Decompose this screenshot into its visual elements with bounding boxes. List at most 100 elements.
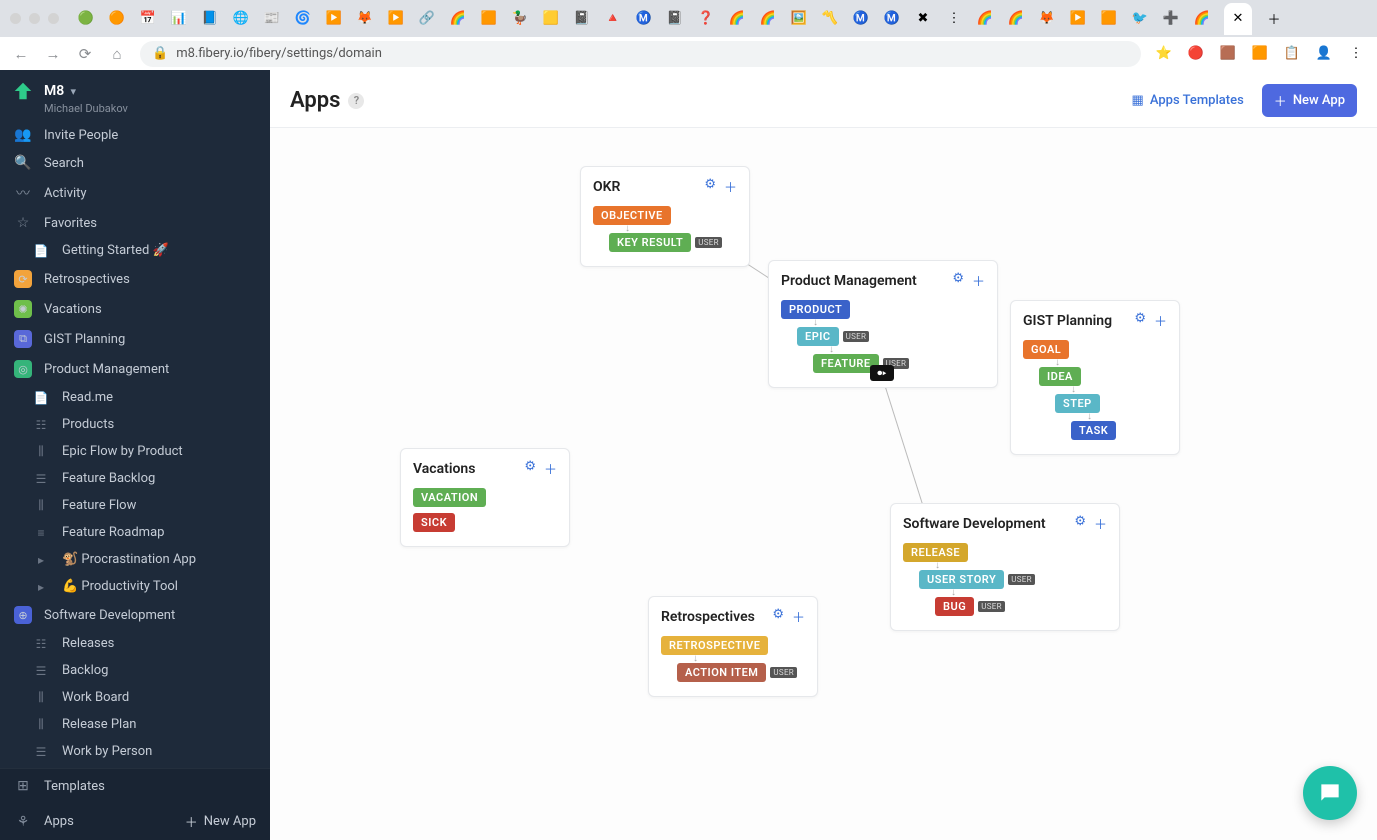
browser-tab[interactable]: 🔗	[418, 10, 436, 28]
browser-toolbar-icon[interactable]: 👤	[1315, 45, 1333, 63]
entity-pill[interactable]: USER STORY	[919, 570, 1004, 589]
home-icon[interactable]: ⌂	[108, 45, 126, 63]
entity-pill[interactable]: TASK	[1071, 421, 1116, 440]
browser-tab[interactable]: 🌈	[976, 10, 994, 28]
browser-tab[interactable]: 📊	[170, 10, 188, 28]
address-bar[interactable]: 🔒 m8.fibery.io/fibery/settings/domain	[140, 41, 1141, 67]
browser-tab[interactable]: Ⓜ️	[635, 10, 653, 28]
back-icon[interactable]: ←	[12, 45, 30, 63]
app-card-software-development[interactable]: Software Development⚙＋RELEASE↓USER STORY…	[890, 503, 1120, 631]
sidebar-item[interactable]: ⫼Epic Flow by Product	[0, 438, 270, 465]
entity-pill[interactable]: STEP	[1055, 394, 1100, 413]
entity-pill[interactable]: IDEA	[1039, 367, 1081, 386]
browser-tab[interactable]: 🟧	[480, 10, 498, 28]
apps-link[interactable]: ⚘ Apps	[14, 814, 74, 830]
sidebar-item[interactable]: 〰Activity	[0, 177, 270, 209]
entity-pill[interactable]: ACTION ITEM	[677, 663, 766, 682]
sidebar-item[interactable]: ▸💪 Productivity Tool	[0, 573, 270, 600]
browser-toolbar-icon[interactable]: ⋮	[1347, 45, 1365, 63]
card-add-icon[interactable]: ＋	[1094, 514, 1107, 533]
card-settings-icon[interactable]: ⚙	[952, 271, 964, 290]
sidebar-item[interactable]: ≡Feature Roadmap	[0, 519, 270, 546]
browser-tab[interactable]: ▶️	[387, 10, 405, 28]
sidebar-item[interactable]: ☰Work by Person	[0, 738, 270, 765]
browser-toolbar-icon[interactable]: ⭐	[1155, 45, 1173, 63]
card-add-icon[interactable]: ＋	[972, 271, 985, 290]
sidebar-item[interactable]: ⫼Feature Flow	[0, 492, 270, 519]
sidebar-item[interactable]: ◎Product Management	[0, 354, 270, 384]
card-settings-icon[interactable]: ⚙	[1134, 311, 1146, 330]
browser-tab[interactable]: Ⓜ️	[883, 10, 901, 28]
browser-tab[interactable]: 〽️	[821, 10, 839, 28]
browser-tab[interactable]: ❓	[697, 10, 715, 28]
browser-tab[interactable]: ▶️	[325, 10, 343, 28]
templates-link[interactable]: ⊞ Templates	[0, 769, 270, 803]
browser-tab[interactable]: ➕	[1162, 10, 1180, 28]
card-add-icon[interactable]: ＋	[792, 607, 805, 626]
browser-toolbar-icon[interactable]: 🔴	[1187, 45, 1205, 63]
intercom-launcher[interactable]	[1303, 766, 1357, 820]
browser-tab[interactable]: 🖼️	[790, 10, 808, 28]
sidebar-item[interactable]: 📄Getting Started 🚀	[0, 237, 270, 264]
browser-tab[interactable]: 📰	[263, 10, 281, 28]
entity-pill[interactable]: BUG	[935, 597, 974, 616]
browser-tab[interactable]: 🐦	[1131, 10, 1149, 28]
sidebar-item[interactable]: ☷Releases	[0, 630, 270, 657]
apps-templates-button[interactable]: ▦ Apps Templates	[1132, 93, 1244, 108]
entity-pill[interactable]: SICK	[413, 513, 455, 532]
browser-toolbar-icon[interactable]: 🟫	[1219, 45, 1237, 63]
browser-tab[interactable]: 🌈	[449, 10, 467, 28]
card-add-icon[interactable]: ＋	[724, 177, 737, 196]
sidebar-item[interactable]: 📄Read.me	[0, 384, 270, 411]
card-settings-icon[interactable]: ⚙	[704, 177, 716, 196]
browser-tab[interactable]: 🦊	[356, 10, 374, 28]
browser-tab[interactable]: ⋮	[945, 10, 963, 28]
browser-toolbar-icon[interactable]: 📋	[1283, 45, 1301, 63]
card-settings-icon[interactable]: ⚙	[1074, 514, 1086, 533]
browser-tab[interactable]: ✖	[914, 10, 932, 28]
browser-toolbar-icon[interactable]: 🟧	[1251, 45, 1269, 63]
reload-icon[interactable]: ⟳	[76, 45, 94, 63]
window-controls[interactable]	[10, 13, 59, 24]
browser-tab[interactable]: 🌈	[1193, 10, 1211, 28]
browser-tab[interactable]: 🦊	[1038, 10, 1056, 28]
new-tab-button[interactable]: ＋	[1265, 10, 1283, 28]
sidebar-item[interactable]: ⫼Release Plan	[0, 711, 270, 738]
app-card-okr[interactable]: OKR⚙＋OBJECTIVE↓KEY RESULTUSER	[580, 166, 750, 267]
entity-pill[interactable]: EPIC	[797, 327, 839, 346]
browser-tab[interactable]: 🟧	[1100, 10, 1118, 28]
card-add-icon[interactable]: ＋	[544, 459, 557, 478]
browser-tab[interactable]: 🌐	[232, 10, 250, 28]
minimize-window-icon[interactable]	[29, 13, 40, 24]
browser-tab[interactable]: 🦆	[511, 10, 529, 28]
sidebar-item[interactable]: ⊕Software Development	[0, 600, 270, 630]
browser-tab[interactable]: 🟠	[108, 10, 126, 28]
browser-tab[interactable]: ▶️	[1069, 10, 1087, 28]
sidebar-item[interactable]: ☷Products	[0, 411, 270, 438]
entity-pill[interactable]: OBJECTIVE	[593, 206, 671, 225]
sidebar-item[interactable]: ⫼Work Board	[0, 684, 270, 711]
forward-icon[interactable]: →	[44, 45, 62, 63]
browser-tab[interactable]: 📅	[139, 10, 157, 28]
browser-tab[interactable]: 🌈	[728, 10, 746, 28]
sidebar-item[interactable]: 👥Invite People	[0, 121, 270, 149]
sidebar-item[interactable]: ☰Feature Backlog	[0, 465, 270, 492]
entity-pill[interactable]: RETROSPECTIVE	[661, 636, 768, 655]
browser-tab[interactable]: 📓	[573, 10, 591, 28]
app-card-retrospectives[interactable]: Retrospectives⚙＋RETROSPECTIVE↓ACTION ITE…	[648, 596, 818, 697]
entity-pill[interactable]: PRODUCT	[781, 300, 850, 319]
sidebar-item[interactable]: 🔍Search	[0, 149, 270, 177]
sidebar-item[interactable]: ✺Vacations	[0, 294, 270, 324]
browser-tab[interactable]: 🌈	[1007, 10, 1025, 28]
browser-tab[interactable]: Ⓜ️	[852, 10, 870, 28]
app-card-vacations[interactable]: Vacations⚙＋VACATIONSICK	[400, 448, 570, 547]
browser-tab[interactable]: 🌈	[759, 10, 777, 28]
new-app-button[interactable]: ＋ New App	[1262, 84, 1357, 117]
card-settings-icon[interactable]: ⚙	[524, 459, 536, 478]
browser-tab[interactable]: 🌀	[294, 10, 312, 28]
active-browser-tab[interactable]: ✕	[1224, 3, 1252, 35]
sidebar-item[interactable]: ⟳Retrospectives	[0, 264, 270, 294]
help-icon[interactable]: ?	[348, 93, 364, 109]
browser-tab[interactable]: 🟨	[542, 10, 560, 28]
entity-pill[interactable]: RELEASE	[903, 543, 968, 562]
